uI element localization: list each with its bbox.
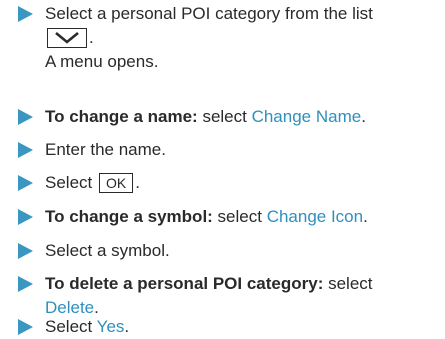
step-delete-category: To delete a personal POI category: selec… — [0, 272, 445, 320]
bullet-arrow-icon — [18, 109, 33, 125]
step-select-category: Select a personal POI category from the … — [0, 2, 445, 94]
step-line: To change a name: select Change Name. — [45, 105, 366, 128]
chevron-down-icon — [55, 31, 79, 44]
step-text: Enter the name. — [45, 140, 166, 159]
bullet-arrow-icon — [18, 276, 33, 292]
step-line: To change a symbol: select Change Icon. — [45, 205, 368, 228]
bullet-arrow-icon — [18, 175, 33, 191]
step-end: . — [124, 317, 130, 336]
step-enter-name: Enter the name. — [0, 138, 445, 162]
step-continuation: . — [45, 26, 94, 49]
step-end: . — [361, 107, 366, 126]
step-text: select — [323, 274, 373, 293]
step-change-symbol: To change a symbol: select Change Icon. — [0, 205, 445, 229]
step-select-yes: Select Yes. — [0, 315, 445, 339]
step-heading: To change a symbol: — [45, 207, 213, 226]
step-text: Select a symbol. — [45, 241, 170, 260]
step-result: A menu opens. — [45, 52, 159, 71]
menu-item-change-icon[interactable]: Change Icon — [267, 207, 363, 226]
step-line: To delete a personal POI category: selec… — [45, 272, 373, 295]
step-end: . — [363, 207, 368, 226]
bullet-arrow-icon — [18, 142, 33, 158]
step-line: Select OK. — [45, 171, 140, 194]
menu-item-yes[interactable]: Yes — [97, 317, 125, 336]
instruction-list: Select a personal POI category from the … — [0, 0, 445, 338]
step-heading: To delete a personal POI category: — [45, 274, 324, 293]
bullet-arrow-icon — [18, 319, 33, 335]
step-text: Select — [45, 317, 97, 336]
step-text: Select — [45, 173, 97, 192]
step-text: Select a personal POI category from the … — [45, 4, 373, 23]
step-heading: To change a name: — [45, 107, 198, 126]
ok-key[interactable]: OK — [98, 172, 134, 193]
step-line: Select Yes. — [45, 315, 129, 338]
step-text: select — [197, 107, 252, 126]
chevron-down-key[interactable] — [47, 27, 87, 48]
bullet-arrow-icon — [18, 209, 33, 225]
step-text: select — [212, 207, 267, 226]
menu-item-change-name[interactable]: Change Name — [252, 107, 362, 126]
step-suffix: . — [89, 28, 94, 47]
step-end: . — [135, 173, 140, 192]
step-select-symbol: Select a symbol. — [0, 239, 445, 263]
bullet-arrow-icon — [18, 243, 33, 259]
step-select-ok: Select OK. — [0, 171, 445, 195]
step-change-name: To change a name: select Change Name. — [0, 105, 445, 129]
bullet-arrow-icon — [18, 6, 33, 22]
